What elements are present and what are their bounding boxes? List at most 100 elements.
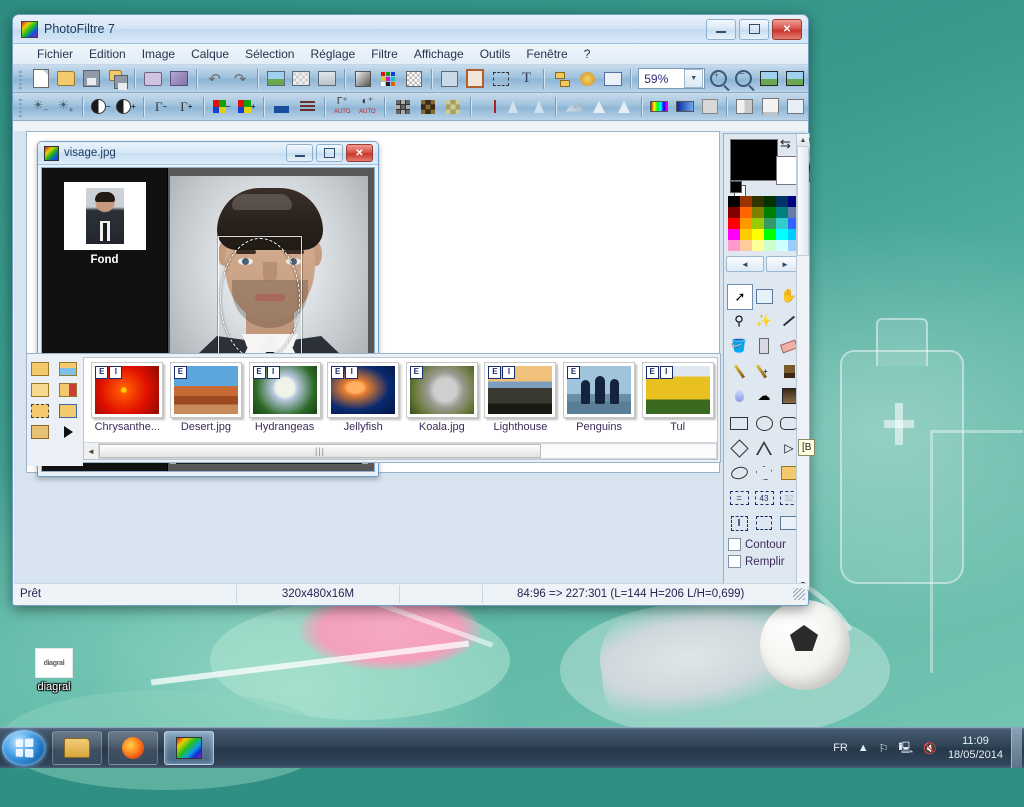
duplicate-icon[interactable] (315, 67, 339, 90)
scroll-left-arrow[interactable]: ◄ (84, 444, 98, 458)
grid-light-icon[interactable] (441, 95, 464, 118)
menu-selection[interactable]: Sélection (237, 46, 302, 62)
thumbnail-box[interactable]: E (405, 362, 478, 418)
folder-select-icon[interactable] (27, 400, 53, 421)
menu-edition[interactable]: Edition (81, 46, 134, 62)
image-window-titlebar[interactable]: visage.jpg ✕ (38, 142, 378, 165)
contrast-down-icon[interactable]: − (89, 95, 112, 118)
new-icon[interactable] (29, 67, 53, 90)
gradient-icon[interactable] (351, 67, 375, 90)
scroll-thumb[interactable]: ||| (99, 444, 541, 458)
minimize-button[interactable] (706, 18, 736, 40)
titlebar[interactable]: PhotoFiltre 7 ✕ (13, 15, 808, 44)
thumbnail-box[interactable]: E (563, 362, 636, 418)
menu-image[interactable]: Image (134, 46, 183, 62)
thumbnail-list[interactable]: E I Chrysanthe... E Desert.jpg E I Hydra… (83, 357, 718, 460)
sharpen-icon[interactable] (527, 95, 550, 118)
foreground-color-swatch[interactable] (730, 139, 778, 181)
menu-aide[interactable]: ? (576, 46, 599, 62)
brush-plus-icon[interactable]: + (752, 359, 776, 383)
book-icon[interactable] (733, 95, 756, 118)
triangle-icon[interactable] (752, 436, 776, 460)
swatch[interactable] (740, 218, 752, 229)
thumbnail-box[interactable]: E I (641, 362, 714, 418)
palette-icon[interactable] (377, 67, 401, 90)
grid-mid-icon[interactable] (416, 95, 439, 118)
browser-horizontal-scrollbar[interactable]: ◄ ||| (84, 442, 717, 459)
blur-icon[interactable] (502, 95, 525, 118)
eyedropper-icon[interactable]: ⚲ (727, 309, 751, 333)
rectangle-icon[interactable] (727, 411, 751, 435)
swatch[interactable] (776, 218, 788, 229)
swatch[interactable] (740, 207, 752, 218)
palette-scrollbar[interactable]: ▲ ▼ (796, 134, 809, 590)
checkbox-box[interactable] (728, 555, 741, 568)
swatch[interactable] (728, 207, 740, 218)
gradient-map-icon[interactable] (673, 95, 696, 118)
list-item[interactable]: E Desert.jpg (167, 362, 246, 433)
print-icon[interactable] (141, 67, 165, 90)
actual-size-icon[interactable] (783, 67, 807, 90)
thumbnail-box[interactable]: E I (248, 362, 321, 418)
thumbnail-box[interactable]: E I (484, 362, 557, 418)
list-item[interactable]: E I Tul (638, 362, 717, 433)
save-icon[interactable] (80, 67, 104, 90)
fit-icon[interactable] (758, 67, 782, 90)
module-icon[interactable] (576, 67, 600, 90)
mask-icon[interactable] (477, 95, 500, 118)
menu-filtre[interactable]: Filtre (363, 46, 406, 62)
ellipse-icon[interactable] (752, 411, 776, 435)
swatch[interactable] (740, 240, 752, 251)
split-icon[interactable] (759, 95, 782, 118)
ratio-free-icon[interactable]: = (727, 486, 751, 510)
list-item[interactable]: E I Lighthouse (481, 362, 560, 433)
swatch[interactable] (764, 218, 776, 229)
toolbar-grip[interactable] (17, 96, 24, 117)
menu-affichage[interactable]: Affichage (406, 46, 472, 62)
palette-prev-button[interactable]: ◄ (726, 256, 764, 272)
image-maximize-button[interactable] (316, 144, 343, 162)
red-eye-icon[interactable] (698, 95, 721, 118)
network-icon[interactable]: 🖳 (899, 739, 914, 758)
checkbox-box[interactable] (728, 538, 741, 551)
swatch[interactable] (764, 229, 776, 240)
zoom-combobox[interactable]: 59% ▼ (638, 68, 706, 89)
saturation-down-icon[interactable]: − (210, 95, 233, 118)
print-preview-icon[interactable] (167, 67, 191, 90)
swatch[interactable] (728, 196, 740, 207)
swatch[interactable] (776, 229, 788, 240)
image-close-button[interactable]: ✕ (346, 144, 373, 162)
clone-pattern-icon[interactable] (752, 284, 776, 308)
gamma-down-icon[interactable]: Γ − (150, 95, 173, 118)
swatch[interactable] (752, 240, 764, 251)
list-item[interactable]: E I Chrysanthe... (88, 362, 167, 433)
swatch[interactable] (764, 207, 776, 218)
list-item[interactable]: E I Jellyfish (324, 362, 403, 433)
copy-image-icon[interactable] (264, 67, 288, 90)
play-icon[interactable] (55, 421, 81, 442)
swap-arrows-icon[interactable]: ⇆ (780, 136, 791, 152)
elliptical-selection[interactable] (220, 238, 300, 360)
magic-wand-icon[interactable]: ✨ (752, 309, 776, 333)
clock[interactable]: 11:09 18/05/2014 (948, 734, 1003, 762)
undo-icon[interactable]: ↶ (203, 67, 227, 90)
levels-icon[interactable] (295, 95, 318, 118)
frame-icon[interactable] (463, 67, 487, 90)
emboss-icon[interactable] (562, 95, 585, 118)
taskbar-button-photofiltre[interactable] (164, 731, 214, 765)
list-item[interactable]: E Penguins (560, 362, 639, 433)
open-folder-icon[interactable] (27, 358, 53, 379)
transform-icon[interactable] (752, 511, 776, 535)
color-swatch-grid[interactable] (728, 196, 800, 251)
desktop-icon-diagral[interactable]: diagral diagral (24, 648, 84, 693)
gamma-up-icon[interactable]: Γ + (175, 95, 198, 118)
thumbnail-box[interactable]: E (169, 362, 242, 418)
folder-trash-icon[interactable] (27, 421, 53, 442)
image-minimize-button[interactable] (286, 144, 313, 162)
grid-dark-icon[interactable] (391, 95, 414, 118)
thumbnail-box[interactable]: E I (91, 362, 164, 418)
hue-shift-icon[interactable] (648, 95, 671, 118)
menu-outils[interactable]: Outils (472, 46, 519, 62)
folder-save-icon[interactable] (55, 379, 81, 400)
zoom-out-icon[interactable]: − (732, 67, 756, 90)
